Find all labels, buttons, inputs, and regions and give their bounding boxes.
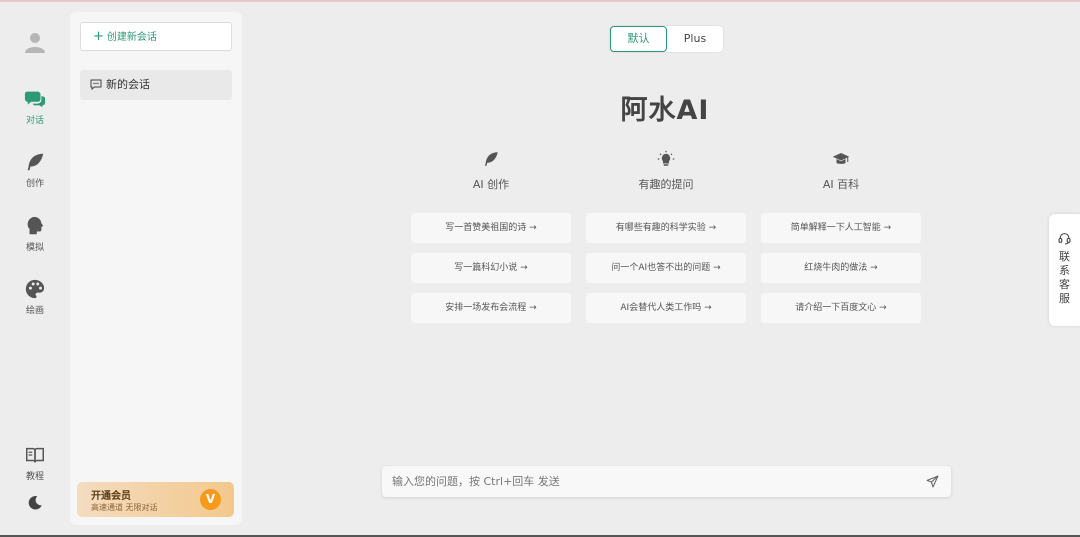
- contact-label: 联 系 客 服: [1059, 250, 1070, 305]
- contact-support-tab[interactable]: 联 系 客 服: [1049, 214, 1080, 326]
- theme-toggle[interactable]: [0, 494, 70, 512]
- book-icon: [26, 447, 44, 463]
- prompt-suggestion[interactable]: 写一首赞美祖国的诗 →: [411, 213, 571, 243]
- nav-item-label: 模拟: [25, 243, 44, 253]
- prompt-suggestion[interactable]: 安排一场发布会流程 →: [411, 293, 571, 323]
- new-chat-label: 创建新会话: [106, 32, 157, 43]
- nav-item-simulate[interactable]: 模拟: [0, 215, 70, 253]
- nav-item-paint[interactable]: 绘画: [0, 278, 70, 316]
- prompt-suggestion[interactable]: 有哪些有趣的科学实验 →: [586, 213, 746, 243]
- category-fun-questions: 有趣的提问: [586, 150, 746, 192]
- category-ai-encyclopedia: AI 百科: [761, 150, 921, 192]
- session-title: 新的会话: [106, 78, 150, 91]
- prompt-suggestion[interactable]: 红烧牛肉的做法 →: [761, 253, 921, 283]
- chat-icon: [24, 91, 46, 108]
- session-item[interactable]: 新的会话: [80, 70, 232, 100]
- feather-icon: [485, 152, 498, 166]
- nav-item-create[interactable]: 创作: [0, 151, 70, 189]
- category-label: 有趣的提问: [638, 178, 694, 191]
- nav-rail: 对话 创作 模拟 绘画 教程: [0, 2, 70, 535]
- feather-icon: [27, 153, 44, 171]
- nav-item-label: 教程: [25, 472, 44, 482]
- avatar-icon[interactable]: [23, 30, 47, 54]
- mode-option-default[interactable]: 默认: [610, 26, 667, 52]
- top-border: [0, 0, 1080, 2]
- prompt-suggestion[interactable]: 简单解释一下人工智能 →: [761, 213, 921, 243]
- prompt-suggestion[interactable]: 请介绍一下百度文心 →: [761, 293, 921, 323]
- vip-subtitle: 高速通道 无限对话: [91, 503, 158, 512]
- category-label: AI 创作: [472, 178, 510, 191]
- plus-icon: +: [93, 29, 104, 44]
- headset-icon: [1058, 233, 1071, 245]
- send-icon[interactable]: [926, 475, 939, 488]
- mode-toggle: 默认 Plus: [610, 26, 723, 52]
- mode-option-plus[interactable]: Plus: [667, 26, 723, 52]
- nav-item-tutorial[interactable]: 教程: [0, 444, 70, 482]
- vip-banner[interactable]: 开通会员 高速通道 无限对话 V: [77, 482, 234, 517]
- prompt-suggestion[interactable]: AI会替代人类工作吗 →: [586, 293, 746, 323]
- category-ai-create: AI 创作: [411, 150, 571, 192]
- palette-icon: [25, 279, 45, 299]
- moon-icon: [28, 496, 42, 510]
- new-chat-button[interactable]: + 创建新会话: [80, 22, 232, 51]
- prompt-suggestion[interactable]: 问一个AI也答不出的问题 →: [586, 253, 746, 283]
- prompt-suggestion[interactable]: 写一篇科幻小说 →: [411, 253, 571, 283]
- vip-title: 开通会员: [91, 491, 131, 502]
- graduation-cap-icon: [832, 153, 850, 164]
- vip-badge-icon: V: [200, 489, 221, 510]
- chat-input-bar: [382, 466, 951, 497]
- head-icon: [27, 216, 44, 235]
- nav-item-label: 创作: [25, 179, 44, 189]
- message-icon: [90, 79, 102, 91]
- nav-item-label: 对话: [25, 116, 44, 126]
- session-panel: + 创建新会话 新的会话 开通会员 高速通道 无限对话 V: [70, 12, 242, 525]
- nav-item-label: 绘画: [25, 306, 44, 316]
- nav-item-chat[interactable]: 对话: [0, 88, 70, 126]
- chat-input[interactable]: [392, 466, 912, 497]
- brand-title: 阿水AI: [620, 95, 710, 126]
- lightbulb-icon: [657, 150, 675, 166]
- category-label: AI 百科: [822, 178, 860, 191]
